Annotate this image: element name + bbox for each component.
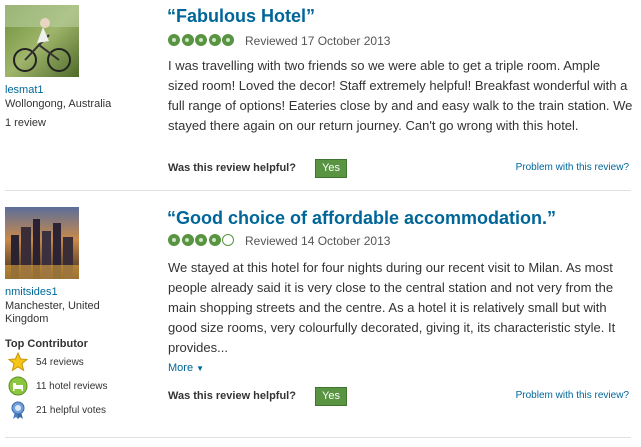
filled-bubble-icon (168, 234, 180, 246)
filled-bubble-icon (181, 234, 194, 246)
top-contributor-label: Top Contributor (5, 338, 88, 350)
helpful-question: Was this review helpful? (168, 162, 296, 174)
avatar[interactable] (5, 207, 79, 279)
review-date: Reviewed 17 October 2013 (245, 34, 391, 48)
filled-bubble-icon (208, 34, 221, 46)
helpful-yes-button[interactable]: Yes (315, 159, 347, 178)
report-problem-link[interactable]: Problem with this review? (516, 162, 629, 173)
caret-down-icon: ▼ (196, 364, 205, 373)
badge-label: 21 helpful votes (36, 404, 107, 416)
review-body: We stayed at this hotel for four nights … (168, 260, 616, 355)
badge-hotel-reviews: 11 hotel reviews (8, 376, 108, 396)
filled-bubble-icon (168, 34, 180, 46)
filled-bubble-icon (195, 234, 207, 246)
bubble-rating (168, 234, 236, 246)
avatar[interactable] (5, 5, 79, 77)
ribbon-badge-icon (11, 401, 25, 419)
badge-label: 11 hotel reviews (36, 380, 108, 392)
review-card: lesmat1 Wollongong, Australia 1 review “… (0, 0, 641, 190)
review-body: I was travelling with two friends so we … (168, 58, 633, 133)
cyclist-photo (5, 5, 79, 77)
star-badge-icon (8, 352, 28, 372)
reviewer-username[interactable]: lesmat1 (5, 84, 44, 96)
divider (5, 190, 631, 191)
report-problem-link[interactable]: Problem with this review? (516, 390, 629, 401)
badge-reviews: 54 reviews (8, 352, 84, 372)
bubble-rating (168, 34, 236, 46)
review-title[interactable]: “Good choice of affordable accommodation… (167, 208, 556, 229)
helpful-yes-button[interactable]: Yes (315, 387, 347, 406)
review-count: 1 review (5, 117, 46, 129)
city-skyline-photo (5, 207, 79, 279)
filled-bubble-icon (195, 34, 207, 46)
review-card: nmitsides1 Manchester, United Kingdom To… (0, 200, 641, 447)
empty-bubble-icon (222, 234, 234, 246)
helpful-question: Was this review helpful? (168, 390, 296, 402)
hotel-badge-icon (8, 376, 28, 396)
review-date: Reviewed 14 October 2013 (245, 234, 391, 248)
badge-label: 54 reviews (36, 356, 84, 368)
reviewer-location: Wollongong, Australia (5, 98, 112, 110)
review-title[interactable]: “Fabulous Hotel” (167, 6, 315, 27)
filled-bubble-icon (181, 34, 194, 46)
reviewer-location: Manchester, United Kingdom (5, 300, 100, 325)
filled-bubble-icon (208, 234, 221, 246)
more-link[interactable]: More ▼ (168, 362, 204, 374)
more-label: More (168, 362, 194, 374)
filled-bubble-icon (222, 34, 234, 46)
reviewer-username[interactable]: nmitsides1 (5, 286, 58, 298)
divider (5, 437, 631, 438)
badge-helpful-votes: 21 helpful votes (8, 400, 106, 420)
